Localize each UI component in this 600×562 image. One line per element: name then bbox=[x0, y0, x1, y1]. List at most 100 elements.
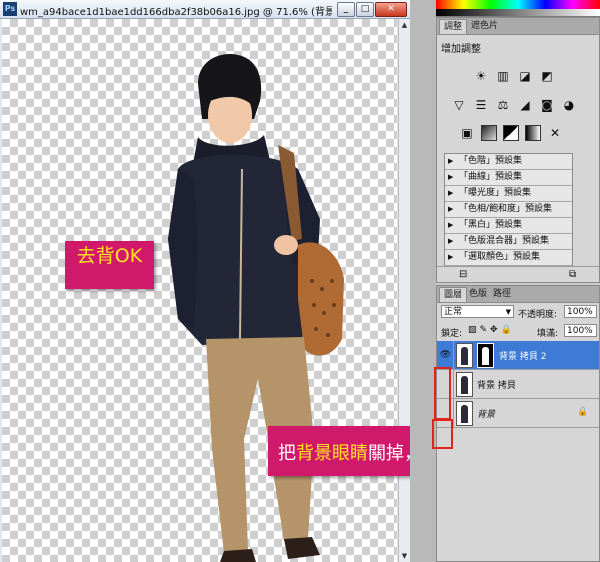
photo-filter-icon[interactable]: ◙ bbox=[539, 97, 555, 113]
preset-item-hue-saturation[interactable]: ▶ 「色相/飽和度」預設集 bbox=[445, 202, 572, 218]
layers-tabs: 圖層 色版 路徑 bbox=[437, 286, 599, 303]
document-window: Ps wm_a94bace1d1bae1dd166dba2f38b06a16.j… bbox=[0, 0, 411, 562]
photoshop-app-icon: Ps bbox=[3, 2, 17, 16]
maximize-button[interactable]: □ bbox=[356, 2, 374, 17]
tab-layers[interactable]: 圖層 bbox=[439, 287, 468, 302]
preset-label: 「選取顏色」預設集 bbox=[459, 252, 541, 262]
preset-item-levels[interactable]: ▶ 「色階」預設集 bbox=[445, 154, 572, 170]
layer-thumbnail bbox=[456, 401, 473, 426]
preset-label: 「色相/飽和度」預設集 bbox=[459, 204, 553, 214]
scroll-up-icon[interactable]: ▲ bbox=[400, 20, 409, 30]
preset-label: 「色版混合器」預設集 bbox=[459, 236, 550, 246]
tab-adjustments[interactable]: 調整 bbox=[439, 19, 468, 34]
chevron-down-icon: ▼ bbox=[505, 308, 511, 316]
left-shoe bbox=[220, 549, 256, 562]
image-canvas[interactable]: 去背OK bbox=[2, 19, 397, 562]
preset-item-channel-mixer[interactable]: ▶ 「色版混合器」預設集 bbox=[445, 234, 572, 250]
brightness-icon[interactable]: ☀ bbox=[473, 68, 489, 84]
panel-options-icon[interactable]: ⧉ bbox=[569, 269, 576, 280]
color-balance-icon[interactable]: ⚖ bbox=[495, 97, 511, 113]
grayscale-ramp[interactable] bbox=[436, 9, 600, 16]
annotation-highlight-box bbox=[432, 419, 453, 449]
vertical-scrollbar[interactable]: ▲ ▼ bbox=[398, 19, 410, 562]
fill-input[interactable]: 100% bbox=[564, 324, 597, 337]
expand-triangle-icon: ▶ bbox=[448, 221, 454, 229]
vibrance-icon[interactable]: ▽ bbox=[451, 97, 467, 113]
adjustments-subtitle: 增加調整 bbox=[441, 44, 481, 55]
curves-icon[interactable]: ◪ bbox=[517, 68, 533, 84]
hue-saturation-icon[interactable]: ☰ bbox=[473, 97, 489, 113]
black-white-icon[interactable]: ◢ bbox=[517, 97, 533, 113]
layer-options: 正常 ▼ 不透明度: 100% 鎖定: ▨✎✥🔒 填滿: 100% bbox=[437, 303, 599, 341]
blend-mode-value: 正常 bbox=[444, 307, 463, 317]
scroll-down-icon[interactable]: ▼ bbox=[400, 551, 409, 561]
layer-thumbnail bbox=[456, 343, 473, 368]
panel-dock-gutter bbox=[410, 0, 436, 562]
document-title: wm_a94bace1d1bae1dd166dba2f38b06a16.jpg … bbox=[20, 7, 332, 18]
preset-label: 「曝光度」預設集 bbox=[459, 188, 532, 198]
lock-icon: 🔒 bbox=[577, 407, 589, 417]
adjustments-panel: 調整 遮色片 增加調整 ☀ ▥ ◪ ◩ ▽ ☰ ⚖ ◢ ◙ ◕ ▣ ✕ ▶ 「色階… bbox=[436, 17, 600, 283]
opacity-label: 不透明度: bbox=[518, 310, 558, 320]
preset-item-black-white[interactable]: ▶ 「黑白」預設集 bbox=[445, 218, 572, 234]
minimize-button[interactable]: _ bbox=[337, 2, 355, 17]
preset-item-selective-color[interactable]: ▶ 「選取顏色」預設集 bbox=[445, 250, 572, 266]
right-hand bbox=[274, 235, 298, 255]
return-to-list-icon[interactable]: ⊟ bbox=[459, 269, 467, 280]
expand-triangle-icon: ▶ bbox=[448, 189, 454, 197]
preset-label: 「色階」預設集 bbox=[459, 156, 523, 166]
expand-triangle-icon: ▶ bbox=[448, 237, 454, 245]
preset-list: ▶ 「色階」預設集 ▶ 「曲線」預設集 ▶ 「曝光度」預設集 ▶ 「色相/飽和度」預設集… bbox=[444, 153, 573, 266]
callout-text-highlight: 背景眼睛 bbox=[296, 443, 368, 464]
tab-paths[interactable]: 路徑 bbox=[489, 287, 515, 301]
adjustment-icons-row3: ▣ ✕ bbox=[459, 125, 569, 141]
fill-label: 填滿: bbox=[537, 329, 559, 339]
callout-text-part1: 把 bbox=[278, 443, 296, 464]
tab-masks[interactable]: 遮色片 bbox=[467, 19, 502, 33]
layer-name[interactable]: 背景 拷貝 2 bbox=[499, 349, 546, 362]
adjustments-footer: ⊟ ⧉ bbox=[437, 266, 599, 283]
close-button[interactable]: ✕ bbox=[375, 2, 407, 17]
expand-triangle-icon: ▶ bbox=[448, 173, 454, 181]
adjustment-icons-row2: ▽ ☰ ⚖ ◢ ◙ ◕ bbox=[451, 97, 583, 113]
layer-name[interactable]: 背景 拷貝 bbox=[477, 378, 516, 391]
adjustment-icons-row1: ☀ ▥ ◪ ◩ bbox=[473, 68, 561, 84]
preset-label: 「黑白」預設集 bbox=[459, 220, 523, 230]
layer-name[interactable]: 背景 bbox=[477, 407, 495, 420]
blend-mode-select[interactable]: 正常 ▼ bbox=[441, 305, 514, 318]
selective-color-icon[interactable]: ✕ bbox=[547, 125, 563, 141]
preset-item-exposure[interactable]: ▶ 「曝光度」預設集 bbox=[445, 186, 572, 202]
preset-label: 「曲線」預設集 bbox=[459, 172, 523, 182]
document-titlebar[interactable]: Ps wm_a94bace1d1bae1dd166dba2f38b06a16.j… bbox=[0, 0, 410, 19]
threshold-icon[interactable] bbox=[503, 125, 519, 141]
channel-mixer-icon[interactable]: ◕ bbox=[561, 97, 577, 113]
right-shoe bbox=[284, 537, 320, 559]
expand-triangle-icon: ▶ bbox=[448, 157, 454, 165]
layer-row-background-copy-2[interactable]: 👁 背景 拷貝 2 bbox=[437, 341, 599, 370]
levels-icon[interactable]: ▥ bbox=[495, 68, 511, 84]
annotation-highlight-box bbox=[434, 367, 451, 420]
lock-icons[interactable]: ▨✎✥🔒 bbox=[468, 325, 515, 335]
callout-remove-bg-ok: 去背OK bbox=[65, 241, 154, 289]
layer-row-background[interactable]: 背景 🔒 bbox=[437, 399, 599, 428]
expand-triangle-icon: ▶ bbox=[448, 205, 454, 213]
layer-row-background-copy[interactable]: 背景 拷貝 bbox=[437, 370, 599, 399]
layer-thumbnail bbox=[456, 372, 473, 397]
layers-panel: 圖層 色版 路徑 正常 ▼ 不透明度: 100% 鎖定: ▨✎✥🔒 填滿: 10… bbox=[436, 285, 600, 562]
bag bbox=[298, 242, 344, 356]
eye-icon[interactable]: 👁 bbox=[438, 341, 454, 369]
preset-item-curves[interactable]: ▶ 「曲線」預設集 bbox=[445, 170, 572, 186]
expand-triangle-icon: ▶ bbox=[448, 253, 454, 261]
invert-icon[interactable]: ▣ bbox=[459, 125, 475, 141]
lock-label: 鎖定: bbox=[441, 329, 463, 339]
callout-ok-text: 去背OK bbox=[76, 245, 143, 267]
gradient-map-icon[interactable] bbox=[525, 125, 541, 141]
left-arm bbox=[168, 169, 198, 329]
exposure-icon[interactable]: ◩ bbox=[539, 68, 555, 84]
adjustments-tabs: 調整 遮色片 bbox=[437, 18, 599, 35]
layer-mask-thumbnail[interactable] bbox=[477, 343, 494, 368]
posterize-icon[interactable] bbox=[481, 125, 497, 141]
person-cutout-image bbox=[168, 54, 344, 562]
tab-channels[interactable]: 色版 bbox=[465, 287, 491, 301]
opacity-input[interactable]: 100% bbox=[564, 305, 597, 318]
